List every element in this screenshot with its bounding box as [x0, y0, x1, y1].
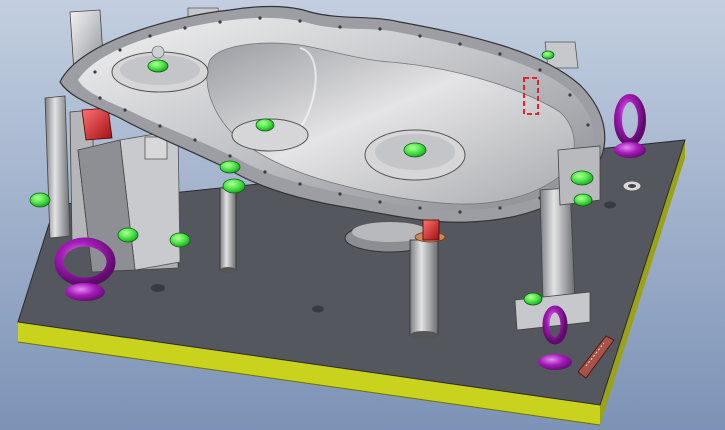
pin-icon	[219, 160, 241, 174]
pin-icon	[541, 50, 555, 60]
pin-icon	[169, 232, 191, 248]
clamp-block-icon	[422, 219, 440, 241]
pin-icon	[573, 193, 593, 207]
cad-viewport[interactable]	[0, 0, 725, 430]
pin-icon	[255, 118, 275, 132]
pin-icon	[570, 170, 594, 186]
pin-icon	[523, 292, 543, 306]
pin-icon	[403, 142, 427, 158]
pin-icon	[117, 227, 139, 243]
pin-icon	[222, 178, 246, 194]
fixture-render	[0, 0, 725, 430]
pin-icon	[29, 192, 51, 208]
red-clamps	[422, 219, 440, 241]
